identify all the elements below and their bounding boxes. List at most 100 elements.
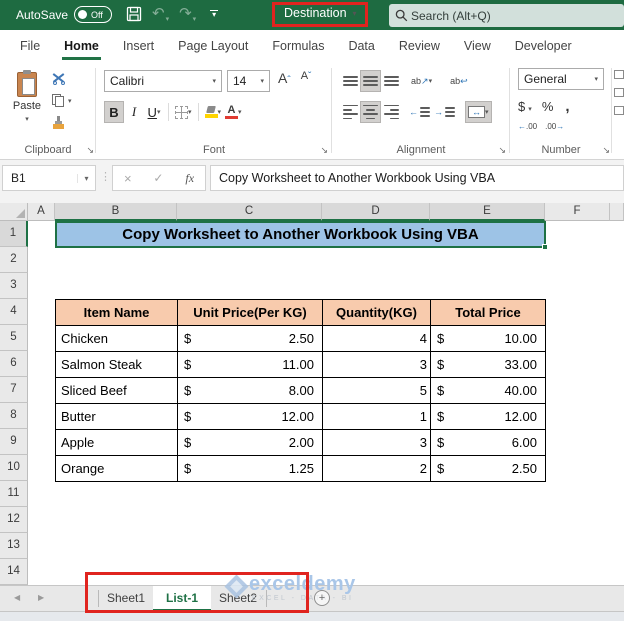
enter-icon[interactable]: ✓ — [153, 171, 163, 185]
clipboard-dialog-launcher-icon[interactable]: ↘ — [86, 145, 94, 156]
row-header-9[interactable]: 9 — [0, 429, 28, 455]
top-align-button[interactable] — [340, 70, 360, 92]
row-header-1[interactable]: 1 — [0, 221, 28, 247]
item-cell[interactable]: Butter — [56, 404, 178, 430]
tab-review[interactable]: Review — [387, 30, 452, 62]
table-header-cell[interactable]: Total Price — [431, 300, 546, 326]
quantity-cell[interactable]: 5 — [323, 378, 431, 404]
font-color-button[interactable]: A ▾ — [223, 101, 244, 123]
tab-page-layout[interactable]: Page Layout — [166, 30, 260, 62]
grow-font-button[interactable]: Aˆ — [278, 70, 291, 86]
redo-button[interactable]: ↷ ▾ — [179, 5, 196, 23]
middle-align-button[interactable] — [360, 70, 381, 92]
sheet-tab-list1[interactable]: List-1 — [153, 586, 211, 611]
unit-price-cell[interactable]: $8.00 — [178, 378, 323, 404]
sheet-tab-sheet1[interactable]: Sheet1 — [99, 586, 153, 611]
cut-icon[interactable] — [52, 72, 66, 85]
format-as-table-icon[interactable] — [614, 88, 624, 97]
row-header-8[interactable]: 8 — [0, 403, 28, 429]
total-price-cell[interactable]: $2.50 — [431, 456, 546, 482]
total-price-cell[interactable]: $33.00 — [431, 352, 546, 378]
row-header-10[interactable]: 10 — [0, 455, 28, 481]
cell-styles-icon[interactable] — [614, 106, 624, 115]
align-left-button[interactable] — [340, 101, 360, 123]
next-sheet-icon[interactable]: ▶ — [38, 593, 44, 602]
table-header-cell[interactable]: Unit Price(Per KG) — [178, 300, 323, 326]
item-cell[interactable]: Apple — [56, 430, 178, 456]
borders-button[interactable]: ▾ — [173, 101, 194, 123]
selected-cell-b1[interactable]: Copy Worksheet to Another Workbook Using… — [55, 221, 546, 248]
undo-button[interactable]: ↶ ▾ — [152, 5, 169, 23]
column-header-f[interactable]: F — [545, 203, 610, 221]
unit-price-cell[interactable]: $2.00 — [178, 430, 323, 456]
decrease-decimal-button[interactable]: .00→ — [545, 122, 564, 131]
prev-sheet-icon[interactable]: ◀ — [14, 593, 20, 602]
unit-price-cell[interactable]: $2.50 — [178, 326, 323, 352]
quantity-cell[interactable]: 1 — [323, 404, 431, 430]
fill-color-button[interactable]: ▾ — [203, 101, 224, 123]
column-header-d[interactable]: D — [322, 203, 430, 221]
row-header-12[interactable]: 12 — [0, 507, 28, 533]
table-header-cell[interactable]: Item Name — [56, 300, 178, 326]
row-header-13[interactable]: 13 — [0, 533, 28, 559]
name-box-chevron-icon[interactable]: ▾ — [77, 174, 95, 183]
increase-decimal-button[interactable]: ←.00 — [518, 122, 537, 131]
bottom-align-button[interactable] — [381, 70, 401, 92]
autosave-toggle[interactable]: Off — [74, 6, 112, 23]
increase-indent-button[interactable]: → — [432, 101, 457, 123]
row-header-11[interactable]: 11 — [0, 481, 28, 507]
column-header-partial[interactable] — [610, 203, 624, 221]
table-header-cell[interactable]: Quantity(KG) — [323, 300, 431, 326]
tab-view[interactable]: View — [452, 30, 503, 62]
column-header-a[interactable]: A — [28, 203, 55, 221]
number-format-select[interactable]: General ▾ — [518, 68, 604, 90]
copy-button[interactable]: ▾ — [52, 94, 72, 107]
quantity-cell[interactable]: 3 — [323, 430, 431, 456]
tab-formulas[interactable]: Formulas — [260, 30, 336, 62]
orientation-button[interactable]: ab ↗ ▾ — [409, 70, 434, 92]
tab-home[interactable]: Home — [52, 30, 111, 62]
row-header-4[interactable]: 4 — [0, 299, 28, 325]
comma-style-button[interactable]: , — [565, 98, 569, 115]
row-header-14[interactable]: 14 — [0, 559, 28, 585]
quantity-cell[interactable]: 3 — [323, 352, 431, 378]
accounting-format-button[interactable]: $ ▾ — [518, 99, 532, 114]
autosave-control[interactable]: AutoSave Off — [16, 6, 112, 23]
wrap-text-button[interactable]: ab ↩ — [448, 70, 470, 92]
row-header-5[interactable]: 5 — [0, 325, 28, 351]
cancel-icon[interactable]: × — [124, 171, 132, 186]
percent-style-button[interactable]: % — [542, 99, 554, 114]
bold-button[interactable]: B — [104, 101, 124, 123]
column-header-e[interactable]: E — [430, 203, 545, 221]
customize-toolbar-button[interactable]: ▾ — [210, 10, 218, 19]
column-header-b[interactable]: B — [55, 203, 177, 221]
row-header-2[interactable]: 2 — [0, 247, 28, 273]
number-dialog-launcher-icon[interactable]: ↘ — [602, 145, 610, 156]
quantity-cell[interactable]: 2 — [323, 456, 431, 482]
total-price-cell[interactable]: $10.00 — [431, 326, 546, 352]
tab-developer[interactable]: Developer — [503, 30, 584, 62]
font-size-select[interactable]: 14 ▾ — [227, 70, 270, 92]
format-painter-icon[interactable] — [52, 116, 65, 130]
tab-file[interactable]: File — [8, 30, 52, 62]
unit-price-cell[interactable]: $11.00 — [178, 352, 323, 378]
tab-data[interactable]: Data — [336, 30, 386, 62]
alignment-dialog-launcher-icon[interactable]: ↘ — [498, 145, 506, 156]
sheet-tab-sheet2[interactable]: Sheet2 — [211, 586, 265, 611]
align-center-button[interactable] — [360, 101, 381, 123]
row-header-7[interactable]: 7 — [0, 377, 28, 403]
unit-price-cell[interactable]: $12.00 — [178, 404, 323, 430]
paste-button[interactable]: Paste ▾ — [6, 68, 48, 140]
search-box[interactable]: Search (Alt+Q) — [389, 4, 624, 27]
row-header-6[interactable]: 6 — [0, 351, 28, 377]
workbook-title-button[interactable]: Destination ▾ — [284, 6, 357, 20]
item-cell[interactable]: Orange — [56, 456, 178, 482]
unit-price-cell[interactable]: $1.25 — [178, 456, 323, 482]
save-button[interactable] — [126, 6, 142, 22]
total-price-cell[interactable]: $6.00 — [431, 430, 546, 456]
align-right-button[interactable] — [381, 101, 401, 123]
total-price-cell[interactable]: $12.00 — [431, 404, 546, 430]
font-dialog-launcher-icon[interactable]: ↘ — [320, 145, 328, 156]
quantity-cell[interactable]: 4 — [323, 326, 431, 352]
select-all-button[interactable] — [0, 203, 28, 221]
